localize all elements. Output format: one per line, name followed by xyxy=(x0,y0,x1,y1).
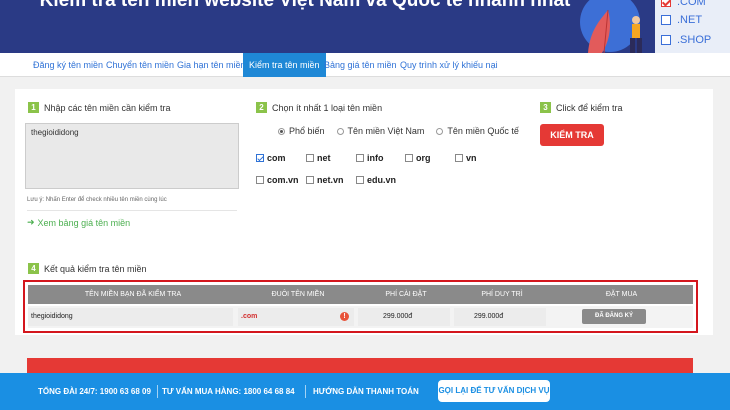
results-header-row: TÊN MIỀN BẠN ĐÃ KIỂM TRA ĐUÔI TÊN MIỀN P… xyxy=(28,285,693,304)
tld-checkbox-com[interactable]: com xyxy=(256,153,286,163)
radio-vietnam[interactable]: Tên miền Việt Nam xyxy=(336,126,425,136)
tld-label: net xyxy=(317,153,331,163)
extension-panel: .COM .NET .SHOP xyxy=(655,0,730,53)
tld-label: info xyxy=(367,153,384,163)
domain-check-panel: 1 Nhập các tên miền cần kiểm tra Lưu ý: … xyxy=(15,89,713,335)
tld-checkbox-net-vn[interactable]: net.vn xyxy=(306,175,344,185)
checked-domain: thegioididong xyxy=(31,313,73,320)
tld-checkbox-org[interactable]: org xyxy=(405,153,431,163)
radio-icon xyxy=(436,127,444,135)
tab-renew-domain[interactable]: Gia hạn tên miền xyxy=(171,53,252,77)
checkbox-icon xyxy=(661,15,671,25)
arrow-right-icon: ➜ xyxy=(27,217,35,227)
tld-label: vn xyxy=(466,153,477,163)
payment-guide-link[interactable]: HƯỚNG DẪN THANH TOÁN xyxy=(313,373,419,410)
step-3-header: 3 Click để kiểm tra xyxy=(540,102,623,113)
registered-status-button[interactable]: ĐÃ ĐĂNG KÝ xyxy=(582,309,646,324)
extension-label: .NET xyxy=(677,14,703,26)
radio-label: Tên miền Việt Nam xyxy=(347,126,425,136)
tld-label: com xyxy=(267,153,286,163)
step-1-label: Nhập các tên miền cần kiểm tra xyxy=(44,102,171,113)
checkbox-icon xyxy=(356,154,364,162)
tab-domain-prices[interactable]: Bảng giá tên miền xyxy=(318,53,403,77)
step-number: 1 xyxy=(28,102,39,113)
tld-label: com.vn xyxy=(267,175,299,185)
contact-footer: TỔNG ĐÀI 24/7: 1900 63 68 09 TƯ VẤN MUA … xyxy=(0,373,730,410)
step-4-header: 4 Kết quả kiểm tra tên miền xyxy=(28,263,147,274)
extension-label: .COM xyxy=(677,0,706,8)
hero-illustration-icon xyxy=(580,0,642,53)
radio-label: Tên miền Quốc tế xyxy=(447,126,519,136)
tab-check-domain[interactable]: Kiểm tra tên miền xyxy=(243,53,326,77)
tld-checkbox-net[interactable]: net xyxy=(306,153,331,163)
column-header: ĐUÔI TÊN MIỀN xyxy=(271,291,325,298)
column-header: TÊN MIỀN BẠN ĐÃ KIỂM TRA xyxy=(84,291,182,298)
divider xyxy=(157,385,158,398)
tld-checkbox-edu-vn[interactable]: edu.vn xyxy=(356,175,396,185)
checked-box-icon xyxy=(661,0,671,7)
extension-label: .SHOP xyxy=(677,34,712,46)
results-label: Kết quả kiểm tra tên miền xyxy=(44,263,147,274)
tab-complaint-process[interactable]: Quy trình xử lý khiếu nại xyxy=(394,53,504,77)
tld-label: edu.vn xyxy=(367,175,397,185)
checkbox-icon xyxy=(306,176,314,184)
column-header: PHÍ CÀI ĐẶT xyxy=(385,291,427,298)
column-header: PHÍ DUY TRÌ xyxy=(481,291,523,298)
tld-checkbox-info[interactable]: info xyxy=(356,153,384,163)
step-1-header: 1 Nhập các tên miền cần kiểm tra xyxy=(28,102,171,113)
radio-popular[interactable]: Phổ biến xyxy=(278,126,325,136)
step-2-label: Chọn ít nhất 1 loại tên miền xyxy=(272,102,383,113)
hotline-link[interactable]: TỔNG ĐÀI 24/7: 1900 63 68 09 xyxy=(38,373,151,410)
checkbox-icon xyxy=(306,154,314,162)
step-2-header: 2 Chọn ít nhất 1 loại tên miền xyxy=(256,102,382,113)
view-price-label: Xem bảng giá tên miền xyxy=(37,217,131,228)
results-table: TÊN MIỀN BẠN ĐÃ KIỂM TRA ĐUÔI TÊN MIỀN P… xyxy=(23,280,698,333)
input-hint: Lưu ý: Nhấn Enter để check nhiều tên miề… xyxy=(27,197,167,203)
step-3-label: Click để kiểm tra xyxy=(556,102,623,113)
step-number: 2 xyxy=(256,102,267,113)
tld-label: org xyxy=(416,153,431,163)
tld-checkbox-com-vn[interactable]: com.vn xyxy=(256,175,299,185)
checkbox-icon xyxy=(256,176,264,184)
checkbox-icon xyxy=(405,154,413,162)
sales-hotline-link[interactable]: TƯ VẤN MUA HÀNG: 1800 64 68 84 xyxy=(162,373,295,410)
checkbox-icon xyxy=(356,176,364,184)
promo-banner xyxy=(27,358,693,373)
domain-tabs: Đăng ký tên miền Chuyển tên miền Gia hạn… xyxy=(0,53,730,77)
checked-box-icon xyxy=(256,154,264,162)
radio-label: Phổ biến xyxy=(289,126,325,136)
divider xyxy=(27,210,237,211)
setup-fee: 299.000đ xyxy=(383,313,413,320)
checkbox-icon xyxy=(661,35,671,45)
step-number: 4 xyxy=(28,263,39,274)
info-warning-icon[interactable]: ! xyxy=(340,312,349,321)
tld-label: net.vn xyxy=(317,175,344,185)
step-number: 3 xyxy=(540,102,551,113)
view-price-link[interactable]: ➜ Xem bảng giá tên miền xyxy=(27,217,130,228)
domain-input[interactable] xyxy=(25,123,239,189)
tab-transfer-domain[interactable]: Chuyển tên miền xyxy=(100,53,180,77)
radio-icon xyxy=(336,127,344,135)
domain-type-radios: Phổ biến Tên miền Việt Nam Tên miền Quốc… xyxy=(278,126,519,136)
hero-title: Kiểm tra tên miền website Việt Nam và Qu… xyxy=(39,0,571,11)
column-header: ĐẶT MUA xyxy=(605,291,638,298)
divider xyxy=(305,385,306,398)
table-row: thegioididong .com ! 299.000đ 299.000đ Đ… xyxy=(28,306,693,328)
check-domain-button[interactable]: KIỂM TRA xyxy=(540,124,604,146)
tld-checkbox-vn[interactable]: vn xyxy=(455,153,477,163)
radio-international[interactable]: Tên miền Quốc tế xyxy=(436,126,519,136)
maintenance-fee: 299.000đ xyxy=(474,313,504,320)
radio-selected-icon xyxy=(278,127,285,135)
tab-register-domain[interactable]: Đăng ký tên miền xyxy=(27,53,109,77)
callback-button[interactable]: GỌI LẠI ĐỂ TƯ VẤN DỊCH VỤ xyxy=(438,380,550,402)
checkbox-icon xyxy=(455,154,463,162)
hero-banner: Kiểm tra tên miền website Việt Nam và Qu… xyxy=(0,0,730,53)
domain-extension: .com xyxy=(241,313,258,320)
